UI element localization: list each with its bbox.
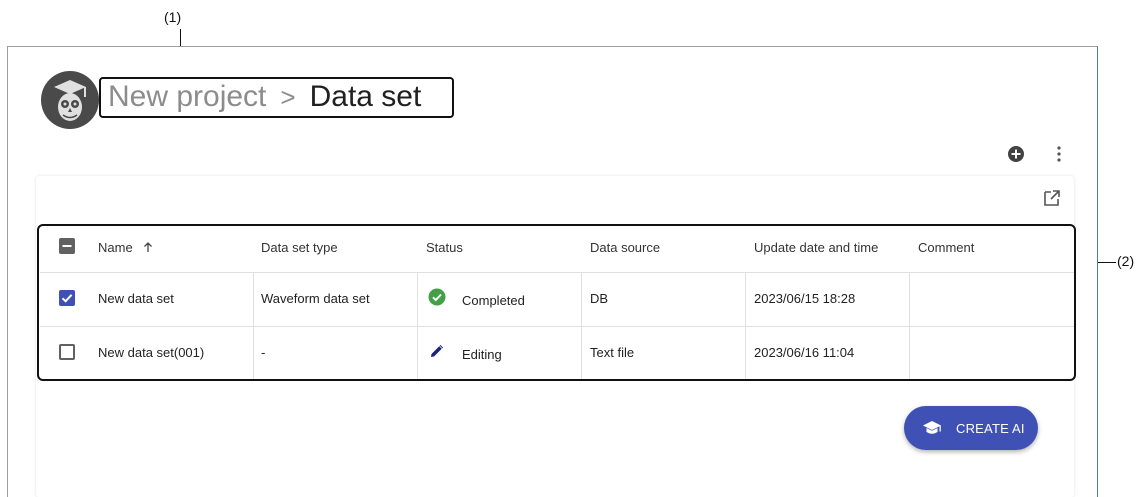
graduation-cap-icon bbox=[923, 421, 941, 434]
indeterminate-icon bbox=[62, 245, 72, 247]
column-header-name[interactable]: Name bbox=[98, 240, 154, 255]
cell-updated: 2023/06/15 18:28 bbox=[754, 291, 856, 306]
callout-1-label: (1) bbox=[164, 9, 182, 25]
column-header-type[interactable]: Data set type bbox=[261, 240, 338, 255]
column-divider bbox=[581, 273, 582, 379]
more-vert-icon bbox=[1057, 146, 1061, 162]
callout-2-label: (2) bbox=[1117, 253, 1135, 269]
row-divider bbox=[40, 326, 1074, 327]
cell-name: New data set bbox=[98, 291, 174, 306]
pencil-icon bbox=[431, 345, 443, 357]
owl-logo-icon bbox=[54, 80, 86, 121]
column-divider bbox=[417, 273, 418, 379]
cell-updated: 2023/06/16 11:04 bbox=[754, 345, 855, 360]
open-in-new-icon bbox=[1044, 190, 1060, 206]
row-checkbox[interactable] bbox=[59, 290, 75, 306]
breadcrumb: New project > Data set bbox=[108, 79, 421, 115]
column-divider bbox=[253, 273, 254, 379]
open-external-button[interactable] bbox=[1043, 189, 1061, 207]
breadcrumb-current: Data set bbox=[309, 80, 422, 113]
add-button[interactable] bbox=[1007, 145, 1025, 163]
check-circle-icon bbox=[428, 288, 446, 306]
more-menu-button[interactable] bbox=[1053, 145, 1065, 163]
create-ai-button[interactable]: CREATE AI bbox=[904, 406, 1038, 450]
arrow-up-icon bbox=[144, 242, 153, 252]
cell-status: Completed bbox=[462, 293, 525, 308]
breadcrumb-project-link[interactable]: New project bbox=[108, 80, 266, 113]
column-header-label: Name bbox=[98, 240, 133, 255]
column-header-source[interactable]: Data source bbox=[590, 240, 660, 255]
cell-status: Editing bbox=[462, 347, 502, 362]
column-header-comment[interactable]: Comment bbox=[918, 240, 974, 255]
column-divider bbox=[745, 273, 746, 379]
create-ai-label: CREATE AI bbox=[956, 421, 1025, 436]
cell-type: - bbox=[261, 345, 266, 360]
column-header-status[interactable]: Status bbox=[426, 240, 463, 255]
cell-source: Text file bbox=[590, 345, 635, 360]
app-logo bbox=[41, 71, 99, 129]
column-header-updated[interactable]: Update date and time bbox=[754, 240, 878, 255]
checkmark-icon bbox=[61, 294, 73, 303]
row-divider bbox=[40, 272, 1074, 273]
column-divider bbox=[909, 273, 910, 379]
cell-name: New data set(001) bbox=[98, 345, 205, 360]
breadcrumb-separator: > bbox=[280, 82, 296, 112]
select-all-checkbox[interactable] bbox=[59, 238, 75, 254]
add-circle-icon bbox=[1008, 146, 1024, 162]
cell-type: Waveform data set bbox=[261, 291, 370, 306]
cell-source: DB bbox=[590, 291, 609, 306]
row-checkbox[interactable] bbox=[59, 344, 75, 360]
